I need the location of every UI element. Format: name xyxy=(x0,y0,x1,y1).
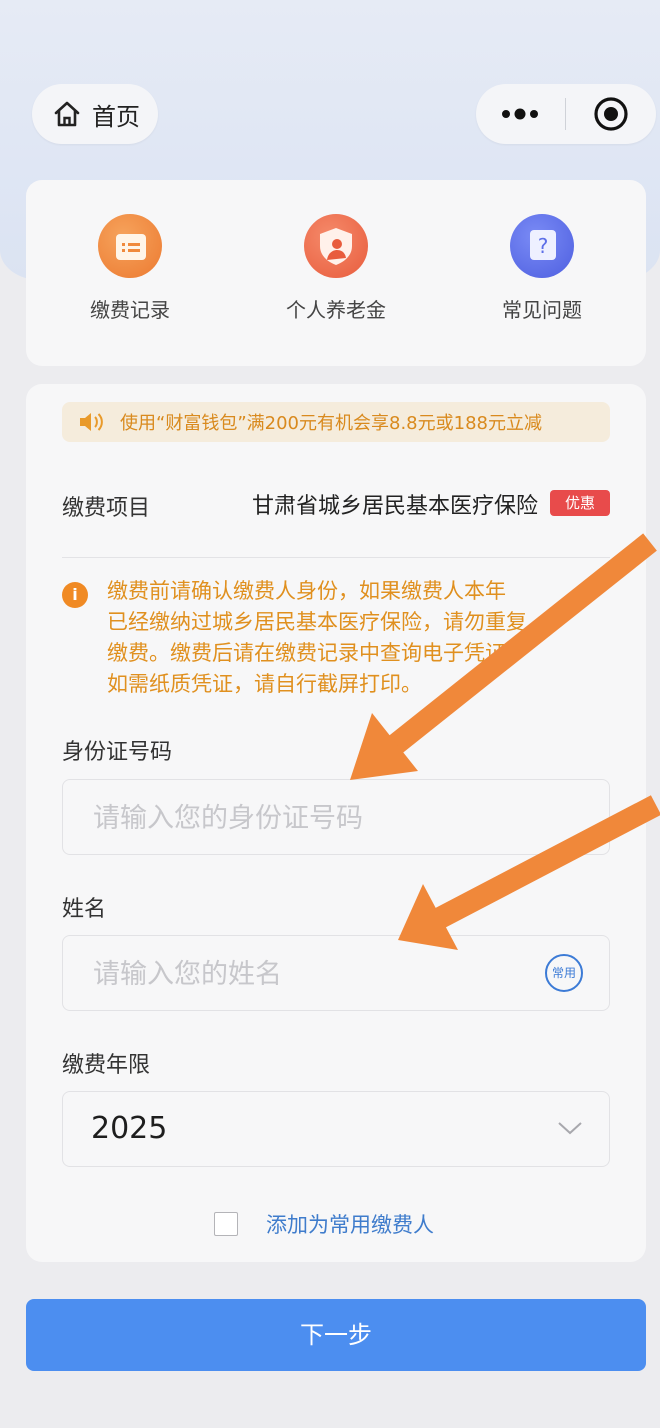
warning-line: 如需纸质凭证，请自行截屏打印。 xyxy=(107,672,422,696)
warning-line: 缴费。缴费后请在缴费记录中查询电子凭证， xyxy=(107,641,527,665)
svg-text:?: ? xyxy=(538,234,549,258)
home-label: 首页 xyxy=(92,102,140,131)
frequent-payers-button[interactable]: 常用 xyxy=(545,954,583,992)
shortcut-label: 个人养老金 xyxy=(286,298,386,322)
home-icon xyxy=(54,101,80,127)
payment-item-value: 甘肃省城乡居民基本医疗保险 xyxy=(251,494,538,519)
add-payer-label[interactable]: 添加为常用缴费人 xyxy=(266,1209,434,1239)
divider xyxy=(62,557,610,558)
shortcut-faq[interactable]: ? 常见问题 xyxy=(462,214,622,323)
name-label: 姓名 xyxy=(62,897,107,922)
name-input[interactable] xyxy=(91,936,515,1012)
speaker-icon xyxy=(80,413,103,431)
receipt-icon xyxy=(98,214,162,278)
promo-notice[interactable]: 使用“财富钱包”满200元有机会享8.8元或188元立减 xyxy=(62,402,610,442)
payment-item-row: 缴费项目 甘肃省城乡居民基本医疗保险 优惠 xyxy=(62,488,610,524)
warning-text: 缴费前请确认缴费人身份，如果缴费人本年 已经缴纳过城乡居民基本医疗保险，请勿重复… xyxy=(107,576,612,700)
chevron-down-icon xyxy=(558,1122,582,1135)
info-icon: i xyxy=(62,582,88,608)
add-frequent-payer[interactable]: 添加为常用缴费人 xyxy=(214,1208,434,1240)
id-number-label: 身份证号码 xyxy=(62,740,173,765)
payment-item-label: 缴费项目 xyxy=(62,496,151,521)
payment-form-card: 使用“财富钱包”满200元有机会享8.8元或188元立减 缴费项目 甘肃省城乡居… xyxy=(26,384,646,1262)
home-button[interactable]: 首页 xyxy=(32,84,158,144)
capsule-divider xyxy=(565,98,566,130)
promo-text: 使用“财富钱包”满200元有机会享8.8元或188元立减 xyxy=(120,413,542,434)
warning-line: 缴费前请确认缴费人身份，如果缴费人本年 xyxy=(107,579,506,603)
warning-line: 已经缴纳过城乡居民基本医疗保险，请勿重复 xyxy=(107,610,527,634)
close-target-icon[interactable] xyxy=(593,96,629,132)
id-number-input[interactable] xyxy=(91,780,515,856)
payment-year-value: 2025 xyxy=(91,1111,168,1146)
id-number-field xyxy=(62,779,610,856)
question-icon: ? xyxy=(510,214,574,278)
name-field: 常用 xyxy=(62,935,610,1012)
shortcut-card: 缴费记录 个人养老金 ? 常见问题 xyxy=(26,180,646,366)
shortcut-personal-pension[interactable]: 个人养老金 xyxy=(256,214,416,323)
discount-badge: 优惠 xyxy=(550,490,610,516)
shortcut-label: 缴费记录 xyxy=(90,298,170,322)
payment-year-label: 缴费年限 xyxy=(62,1053,151,1078)
more-icon[interactable] xyxy=(500,102,540,126)
next-step-button[interactable]: 下一步 xyxy=(26,1299,646,1371)
payment-year-select[interactable]: 2025 xyxy=(62,1091,610,1167)
shortcut-label: 常见问题 xyxy=(502,298,582,322)
add-payer-checkbox[interactable] xyxy=(214,1212,238,1236)
miniprogram-capsule xyxy=(476,84,656,144)
shortcut-payment-records[interactable]: 缴费记录 xyxy=(50,214,210,323)
pension-shield-icon xyxy=(304,214,368,278)
